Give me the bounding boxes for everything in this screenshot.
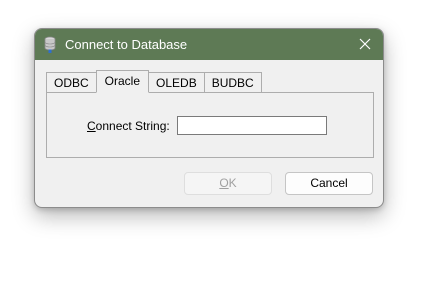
- connect-string-input[interactable]: [177, 116, 327, 135]
- close-button[interactable]: [353, 33, 377, 55]
- connect-string-label: Connect String:: [87, 119, 170, 133]
- window-title: Connect to Database: [65, 37, 188, 52]
- tab-budbc[interactable]: BUDBC: [203, 72, 262, 92]
- connect-dialog: Connect to Database ODBC Oracle OLEDB BU…: [34, 28, 384, 208]
- database-icon: [44, 36, 56, 54]
- cancel-button[interactable]: Cancel: [285, 172, 373, 195]
- ok-button[interactable]: OK: [184, 172, 272, 195]
- tab-strip: ODBC Oracle OLEDB BUDBC: [46, 70, 262, 93]
- title-bar[interactable]: Connect to Database: [35, 29, 383, 60]
- oracle-tab-panel: Connect String:: [46, 92, 374, 158]
- desktop-background: Connect to Database ODBC Oracle OLEDB BU…: [0, 0, 431, 282]
- tab-oracle[interactable]: Oracle: [95, 70, 150, 93]
- connect-string-mnemonic: C: [87, 119, 96, 133]
- ok-mnemonic: O: [219, 176, 229, 190]
- ok-label-rest: K: [228, 176, 237, 190]
- close-icon: [359, 38, 371, 50]
- tab-oledb[interactable]: OLEDB: [148, 72, 205, 92]
- tab-odbc[interactable]: ODBC: [46, 72, 97, 92]
- connect-string-label-text: onnect String:: [95, 119, 170, 133]
